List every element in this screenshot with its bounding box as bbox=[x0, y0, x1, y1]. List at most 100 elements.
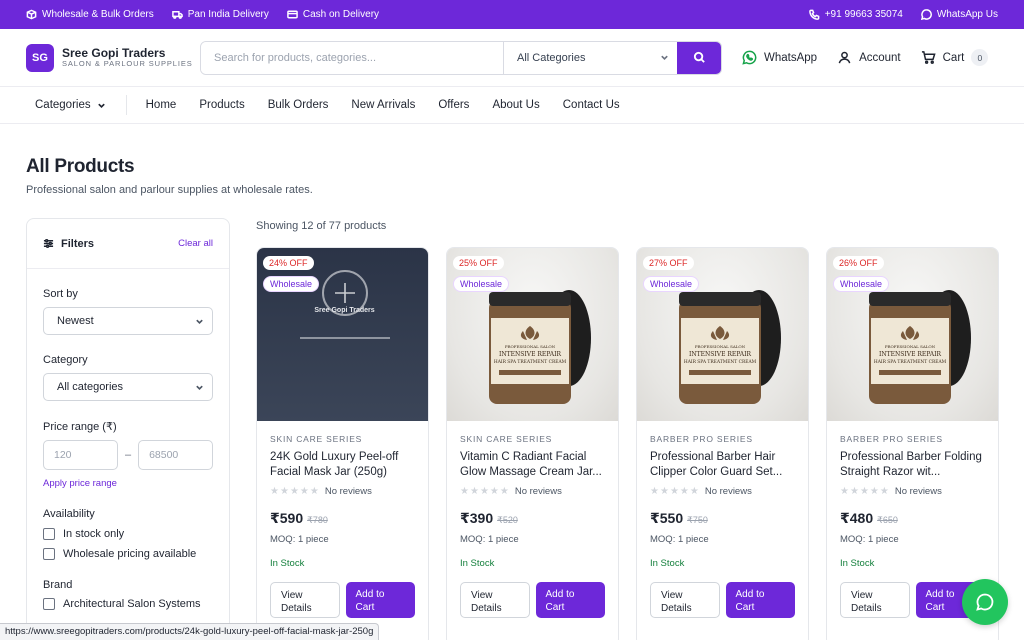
in-stock-checkbox[interactable]: In stock only bbox=[43, 528, 213, 540]
product-name[interactable]: Professional Barber Hair Clipper Color G… bbox=[650, 450, 795, 480]
truck-icon bbox=[171, 11, 183, 19]
categories-label: Categories bbox=[35, 99, 91, 111]
filters-panel: Filters Clear all Sort by Newest Categor… bbox=[26, 218, 230, 640]
add-to-cart-button[interactable]: Add to Cart bbox=[535, 582, 605, 618]
nav-new-arrivals[interactable]: New Arrivals bbox=[351, 99, 415, 111]
product-grid: Sree Gopi Traders 24% OFF Wholesale SKIN… bbox=[256, 247, 999, 640]
checkbox-box[interactable] bbox=[43, 598, 55, 610]
product-image[interactable]: PROFESSIONAL SALON INTENSIVE REPAIR HAIR… bbox=[637, 248, 808, 421]
product-price: ₹480 bbox=[840, 510, 874, 526]
product-price: ₹550 bbox=[650, 510, 684, 526]
brand-tagline: SALON & PARLOUR SUPPLIES bbox=[62, 58, 193, 68]
apply-price-link[interactable]: Apply price range bbox=[43, 478, 213, 489]
price-dash: – bbox=[124, 449, 132, 461]
jar-label-line: HAIR SPA TREATMENT CREAM bbox=[684, 360, 757, 365]
wholesale-badge: Wholesale bbox=[643, 276, 700, 292]
nav-home[interactable]: Home bbox=[146, 99, 177, 111]
product-mrp: ₹520 bbox=[497, 515, 518, 525]
star-icon: ★ bbox=[460, 486, 469, 497]
product-price: ₹590 bbox=[270, 510, 304, 526]
discount-badge: 27% OFF bbox=[643, 256, 694, 270]
product-image[interactable]: Sree Gopi Traders 24% OFF Wholesale bbox=[257, 248, 428, 421]
product-rating: ★ ★ ★ ★ ★ No reviews bbox=[840, 486, 985, 497]
whatsapp-header-link[interactable]: WhatsApp bbox=[742, 50, 817, 65]
page-title: All Products bbox=[26, 156, 135, 177]
checkbox-box[interactable] bbox=[43, 548, 55, 560]
product-moq: MOQ: 1 piece bbox=[270, 534, 329, 545]
product-mrp: ₹780 bbox=[307, 515, 328, 525]
product-card[interactable]: PROFESSIONAL SALON INTENSIVE REPAIR HAIR… bbox=[446, 247, 619, 640]
filters-title: Filters bbox=[43, 238, 94, 250]
brand-checkbox[interactable]: Architectural Salon Systems bbox=[43, 598, 213, 610]
whatsapp-icon bbox=[742, 50, 757, 65]
cart-link[interactable]: Cart 0 bbox=[921, 49, 989, 66]
star-icon: ★ bbox=[279, 486, 289, 497]
add-to-cart-button[interactable]: Add to Cart bbox=[345, 582, 415, 618]
star-icon: ★ bbox=[270, 486, 279, 497]
star-icon: ★ bbox=[489, 486, 499, 497]
view-details-button[interactable]: View Details bbox=[460, 582, 530, 618]
price-min-input[interactable]: 120 bbox=[43, 440, 118, 470]
view-details-button[interactable]: View Details bbox=[650, 582, 720, 618]
wholesale-checkbox[interactable]: Wholesale pricing available bbox=[43, 548, 213, 560]
star-icon: ★ bbox=[650, 486, 659, 497]
sort-select[interactable]: Newest bbox=[43, 307, 213, 335]
jar-label-line: INTENSIVE REPAIR bbox=[499, 351, 561, 358]
checkbox-box[interactable] bbox=[43, 528, 55, 540]
nav-contact-us[interactable]: Contact Us bbox=[563, 99, 620, 111]
clear-all-link[interactable]: Clear all bbox=[178, 238, 213, 249]
whatsapp-top-link[interactable]: WhatsApp Us bbox=[920, 9, 998, 20]
category-label: Category bbox=[43, 354, 88, 366]
star-icon: ★ bbox=[499, 486, 509, 497]
phone-link[interactable]: +91 99663 35074 bbox=[808, 9, 903, 20]
star-icon: ★ bbox=[859, 486, 869, 497]
categories-menu[interactable]: Categories bbox=[35, 95, 127, 115]
search-category-select[interactable]: All Categories bbox=[503, 41, 677, 74]
availability-label: Availability bbox=[43, 508, 95, 520]
search-bar: All Categories bbox=[200, 40, 722, 75]
chevron-down-icon bbox=[196, 385, 203, 390]
star-icon: ★ bbox=[479, 486, 489, 497]
chat-button[interactable] bbox=[962, 579, 1008, 625]
review-count: No reviews bbox=[514, 486, 562, 497]
product-card[interactable]: PROFESSIONAL SALON INTENSIVE REPAIR HAIR… bbox=[636, 247, 809, 640]
product-rating: ★ ★ ★ ★ ★ No reviews bbox=[650, 486, 795, 497]
review-count: No reviews bbox=[704, 486, 752, 497]
category-select[interactable]: All categories bbox=[43, 373, 213, 401]
account-link[interactable]: Account bbox=[837, 50, 901, 65]
product-series: SKIN CARE SERIES bbox=[460, 434, 553, 444]
stock-status: In Stock bbox=[270, 558, 305, 569]
view-details-button[interactable]: View Details bbox=[840, 582, 910, 618]
nav-products[interactable]: Products bbox=[199, 99, 244, 111]
product-image[interactable]: PROFESSIONAL SALON INTENSIVE REPAIR HAIR… bbox=[827, 248, 998, 421]
wholesale-info: Wholesale & Bulk Orders bbox=[26, 9, 154, 20]
search-button[interactable] bbox=[677, 41, 721, 74]
filters-title-text: Filters bbox=[61, 237, 95, 250]
phone-text: +91 99663 35074 bbox=[824, 9, 903, 20]
brand-logo[interactable]: SG Sree Gopi Traders SALON & PARLOUR SUP… bbox=[26, 43, 200, 72]
product-rating: ★ ★ ★ ★ ★ No reviews bbox=[270, 486, 415, 497]
page-subtitle: Professional salon and parlour supplies … bbox=[26, 184, 313, 196]
product-name[interactable]: 24K Gold Luxury Peel-off Facial Mask Jar… bbox=[270, 450, 415, 480]
nav-offers[interactable]: Offers bbox=[438, 99, 469, 111]
delivery-info: Pan India Delivery bbox=[171, 9, 269, 20]
wholesale-text: Wholesale & Bulk Orders bbox=[42, 9, 154, 20]
sliders-icon bbox=[43, 239, 54, 248]
product-image[interactable]: PROFESSIONAL SALON INTENSIVE REPAIR HAIR… bbox=[447, 248, 618, 421]
wholesale-label: Wholesale pricing available bbox=[63, 548, 197, 560]
cart-icon bbox=[921, 51, 936, 64]
search-input[interactable] bbox=[201, 41, 503, 74]
product-card[interactable]: Sree Gopi Traders 24% OFF Wholesale SKIN… bbox=[256, 247, 429, 640]
star-icon: ★ bbox=[309, 486, 319, 497]
product-name[interactable]: Professional Barber Folding Straight Raz… bbox=[840, 450, 985, 480]
discount-badge: 24% OFF bbox=[263, 256, 314, 270]
box-icon bbox=[26, 9, 37, 20]
nav-bulk-orders[interactable]: Bulk Orders bbox=[268, 99, 329, 111]
nav-about-us[interactable]: About Us bbox=[492, 99, 539, 111]
view-details-button[interactable]: View Details bbox=[270, 582, 340, 618]
cream-jar-image: PROFESSIONAL SALON INTENSIVE REPAIR HAIR… bbox=[869, 290, 971, 404]
price-max-input[interactable]: 68500 bbox=[138, 440, 213, 470]
add-to-cart-button[interactable]: Add to Cart bbox=[725, 582, 795, 618]
product-name[interactable]: Vitamin C Radiant Facial Glow Massage Cr… bbox=[460, 450, 605, 480]
wholesale-badge: Wholesale bbox=[263, 276, 320, 292]
